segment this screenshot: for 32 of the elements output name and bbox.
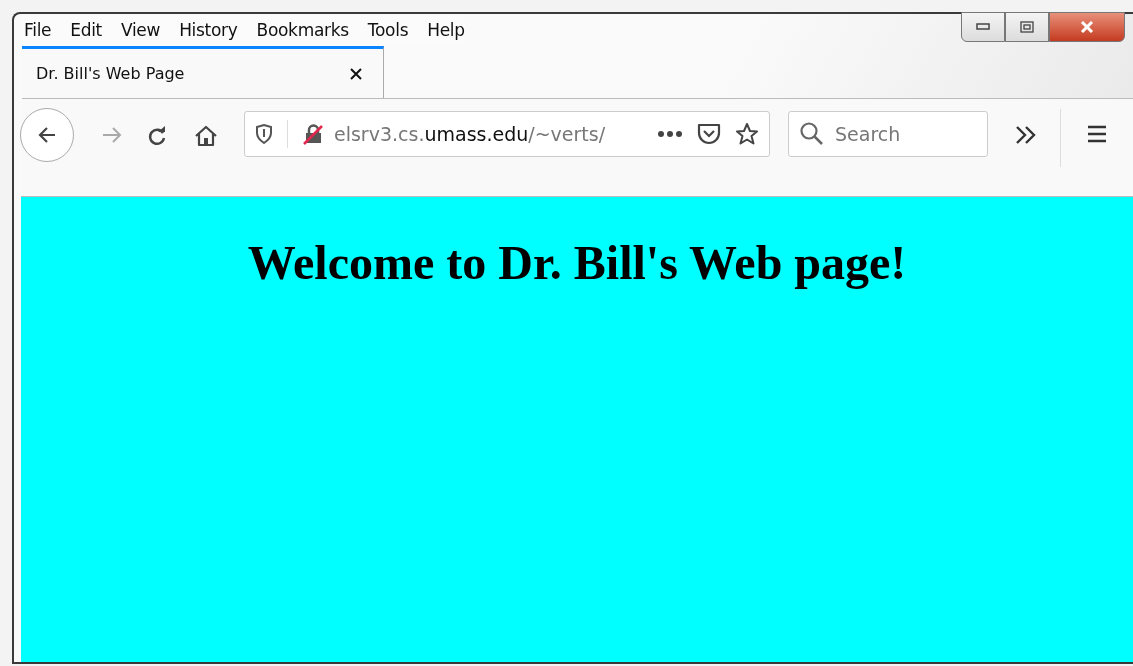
menu-icon[interactable] (1087, 125, 1107, 143)
menu-item[interactable]: Edit (70, 20, 102, 46)
browser-tab[interactable]: Dr. Bill's Web Page (22, 46, 384, 98)
menu-item[interactable]: History (179, 20, 238, 46)
page-heading: Welcome to Dr. Bill's Web page! (246, 235, 908, 290)
more-icon[interactable] (657, 130, 683, 138)
overflow-chevron-icon[interactable] (1014, 125, 1038, 145)
shield-icon[interactable] (255, 124, 273, 144)
pocket-icon[interactable] (697, 123, 721, 145)
search-icon (799, 121, 825, 147)
menu-item[interactable]: Bookmarks (256, 20, 349, 46)
close-button[interactable] (1049, 12, 1125, 42)
maximize-icon (1020, 21, 1034, 33)
menu-item[interactable]: Help (427, 20, 465, 46)
tab-title: Dr. Bill's Web Page (36, 64, 185, 83)
search-bar[interactable]: Search (788, 111, 988, 157)
menu-item[interactable]: View (121, 20, 161, 46)
url-text: elsrv3.cs.umass.edu/~verts/ (334, 123, 607, 145)
minimize-icon (976, 23, 990, 31)
address-bar[interactable]: elsrv3.cs.umass.edu/~verts/ (244, 111, 770, 157)
back-button[interactable] (20, 108, 74, 162)
menu-item[interactable]: File (24, 20, 52, 46)
star-icon[interactable] (735, 122, 759, 146)
search-input[interactable]: Search (833, 122, 977, 146)
home-icon[interactable] (194, 125, 218, 147)
menu-item[interactable]: Tools (367, 20, 409, 46)
close-icon (1079, 21, 1095, 33)
maximize-button[interactable] (1005, 12, 1049, 42)
insecure-lock-icon (302, 123, 324, 145)
minimize-button[interactable] (961, 12, 1005, 42)
reload-icon[interactable] (146, 125, 168, 147)
close-icon[interactable] (349, 66, 363, 81)
